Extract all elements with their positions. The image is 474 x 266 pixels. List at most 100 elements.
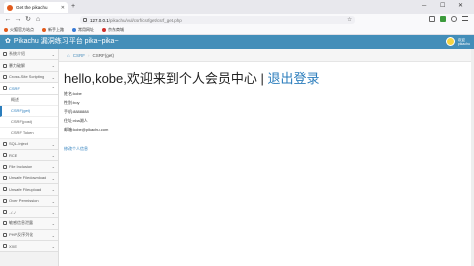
maximize-button[interactable]: ☐ bbox=[440, 2, 445, 11]
new-tab-button[interactable]: + bbox=[71, 2, 75, 12]
bookmark-item[interactable]: 京东商城 bbox=[102, 27, 124, 33]
sidebar-item-label: RCE bbox=[9, 152, 18, 158]
home-button[interactable]: ⌂ bbox=[33, 15, 43, 25]
chevron-down-icon: ⌄ bbox=[51, 244, 55, 250]
bookmark-item[interactable]: 新手上路 bbox=[42, 27, 64, 33]
main-content: hello,kobe,欢迎来到个人会员中心 | 退出登录 姓名:kobe 性别:… bbox=[64, 70, 464, 155]
sidebar-item-label: SQL-Inject bbox=[9, 141, 28, 147]
site-brand[interactable]: ✿ Pikachu 漏洞练习平台 pika~pika~ bbox=[5, 35, 119, 49]
menu-category-icon bbox=[3, 153, 7, 158]
sidebar-item[interactable]: 敏感信息泄露 ⌄ bbox=[0, 218, 58, 230]
sidebar-item[interactable]: Unsafe Fileupload ⌄ bbox=[0, 184, 58, 196]
minimize-button[interactable]: ─ bbox=[422, 2, 426, 11]
sidebar-item[interactable]: Cross-Site Scripting ⌄ bbox=[0, 71, 58, 84]
firefox-icon bbox=[4, 28, 8, 32]
menu-category-icon bbox=[3, 244, 7, 249]
info-address: 住址:nba湖人 bbox=[64, 118, 88, 123]
reload-button[interactable]: ↻ bbox=[23, 15, 33, 25]
chevron-down-icon: ⌄ bbox=[51, 152, 55, 158]
menu-category-icon bbox=[3, 175, 7, 180]
sidebar-item[interactable]: Over Permission ⌄ bbox=[0, 195, 58, 207]
sidebar-item-label: ../../ bbox=[9, 209, 16, 215]
greeting-text: hello,kobe,欢迎来到个人会员中心 bbox=[64, 71, 257, 86]
sidebar-item[interactable]: XXE ⌄ bbox=[0, 241, 58, 253]
url-host: 127.0.0.1 bbox=[90, 17, 109, 23]
sidebar-subitem[interactable]: 概述 bbox=[0, 94, 58, 106]
bookmark-item[interactable]: 火狐官方站点 bbox=[4, 27, 34, 33]
breadcrumb-home-link[interactable]: CSRF bbox=[73, 53, 85, 58]
sidebar-item[interactable]: File Inclusion ⌄ bbox=[0, 161, 58, 173]
extension-icon[interactable] bbox=[440, 16, 446, 22]
forward-button[interactable]: → bbox=[13, 15, 23, 25]
sidebar-item[interactable]: 暴力破解 ⌄ bbox=[0, 60, 58, 72]
chevron-down-icon: ⌄ bbox=[51, 141, 55, 147]
info-sex: 性别:boy bbox=[64, 100, 80, 105]
bookmark-star-icon[interactable]: ☆ bbox=[347, 16, 352, 24]
sidebar-subitem[interactable]: CSRF(post) bbox=[0, 116, 58, 128]
address-bar[interactable]: 127.0.0.1 /pikachu/vul/csrf/csrfget/csrf… bbox=[80, 16, 355, 24]
sidebar-item[interactable]: 系统介绍 ⌄ bbox=[0, 49, 58, 61]
tab-strip: Get the pikachu ✕ + ─ ☐ ✕ bbox=[0, 0, 474, 14]
breadcrumb-separator: › bbox=[87, 52, 90, 58]
menu-category-icon bbox=[3, 232, 7, 237]
firefox-icon bbox=[42, 28, 46, 32]
navigation-bar: ← → ↻ ⌂ 127.0.0.1 /pikachu/vul/csrf/csrf… bbox=[0, 14, 474, 26]
chevron-down-icon: ⌄ bbox=[51, 187, 55, 193]
sidebar-item-label: 敏感信息泄露 bbox=[9, 220, 33, 226]
logout-link[interactable]: 退出登录 bbox=[268, 71, 320, 86]
home-icon[interactable]: ⌂ bbox=[67, 53, 70, 58]
chevron-down-icon: ⌄ bbox=[51, 63, 55, 69]
page-title: hello,kobe,欢迎来到个人会员中心 | 退出登录 bbox=[64, 70, 464, 88]
menu-icon[interactable] bbox=[462, 16, 468, 21]
menu-category-icon bbox=[3, 74, 7, 79]
title-separator: | bbox=[260, 71, 264, 86]
menu-category-icon bbox=[3, 164, 7, 169]
sidebar-item-label: Unsafe Fileupload bbox=[9, 186, 42, 192]
brand-title: Pikachu 漏洞练习平台 pika~pika~ bbox=[13, 38, 119, 45]
browser-window: Get the pikachu ✕ + ─ ☐ ✕ ← → ↻ ⌂ 127.0.… bbox=[0, 0, 474, 266]
menu-category-icon bbox=[3, 141, 7, 146]
browser-tab[interactable]: Get the pikachu ✕ bbox=[4, 2, 68, 13]
edit-info-link[interactable]: 修改个人信息 bbox=[64, 146, 88, 151]
back-button[interactable]: ← bbox=[3, 15, 13, 25]
sidebar-subitem[interactable]: CSRF(get) bbox=[0, 105, 58, 117]
url-path: /pikachu/vul/csrf/csrfget/csrf_get.php bbox=[108, 17, 182, 23]
menu-category-icon bbox=[3, 221, 7, 226]
chevron-up-icon: ⌃ bbox=[51, 86, 55, 92]
sidebar: 系统介绍 ⌄ 暴力破解 ⌄ Cross-Site Scripting ⌄ CSRF ⌃ 概述 CS… bbox=[0, 49, 59, 266]
close-window-button[interactable]: ✕ bbox=[458, 2, 463, 11]
firefox-favicon-icon bbox=[7, 4, 13, 11]
sidebar-item-label: Unsafe Filedownload bbox=[9, 175, 47, 181]
sidebar-item[interactable]: SQL-Inject ⌄ bbox=[0, 138, 58, 150]
sidebar-item[interactable]: PHP反序列化 ⌄ bbox=[0, 229, 58, 242]
sidebar-item[interactable]: ../../ ⌄ bbox=[0, 206, 58, 219]
menu-category-icon bbox=[3, 52, 7, 57]
welcome-user: pikachu bbox=[457, 41, 470, 46]
chevron-down-icon: ⌄ bbox=[51, 221, 55, 227]
sidebar-item[interactable]: CSRF ⌃ bbox=[0, 83, 58, 95]
chevron-down-icon: ⌄ bbox=[51, 164, 55, 170]
sidebar-item[interactable]: Unsafe Filedownload ⌄ bbox=[0, 172, 58, 185]
info-phone: 手机:8888888 bbox=[64, 109, 89, 114]
sidebar-item-label: CSRF bbox=[9, 85, 20, 91]
sidebar-item[interactable]: RCE ⌄ bbox=[0, 149, 58, 162]
user-welcome[interactable]: 欢迎 pikachu bbox=[445, 37, 470, 46]
leaf-icon: ✿ bbox=[5, 38, 11, 45]
jd-icon bbox=[102, 28, 106, 32]
breadcrumb: ⌂ CSRF › CSRF(get) bbox=[59, 49, 474, 62]
close-tab-icon[interactable]: ✕ bbox=[61, 5, 65, 11]
chevron-down-icon: ⌄ bbox=[51, 209, 55, 215]
bookmark-item[interactable]: 常用网址 bbox=[72, 27, 94, 33]
account-icon[interactable] bbox=[451, 16, 457, 22]
avatar bbox=[445, 37, 455, 46]
pocket-icon[interactable] bbox=[429, 16, 435, 22]
sidebar-item-label: XXE bbox=[9, 243, 18, 249]
sidebar-item-label: 暴力破解 bbox=[9, 62, 25, 68]
page-info-icon[interactable] bbox=[83, 18, 87, 22]
menu-category-icon bbox=[3, 86, 7, 91]
sidebar-item-label: PHP反序列化 bbox=[9, 231, 34, 237]
menu-category-icon bbox=[3, 187, 7, 192]
sidebar-subitem[interactable]: CSRF Token bbox=[0, 127, 58, 139]
sidebar-item-label: Over Permission bbox=[9, 198, 39, 204]
chevron-down-icon: ⌄ bbox=[51, 74, 55, 80]
